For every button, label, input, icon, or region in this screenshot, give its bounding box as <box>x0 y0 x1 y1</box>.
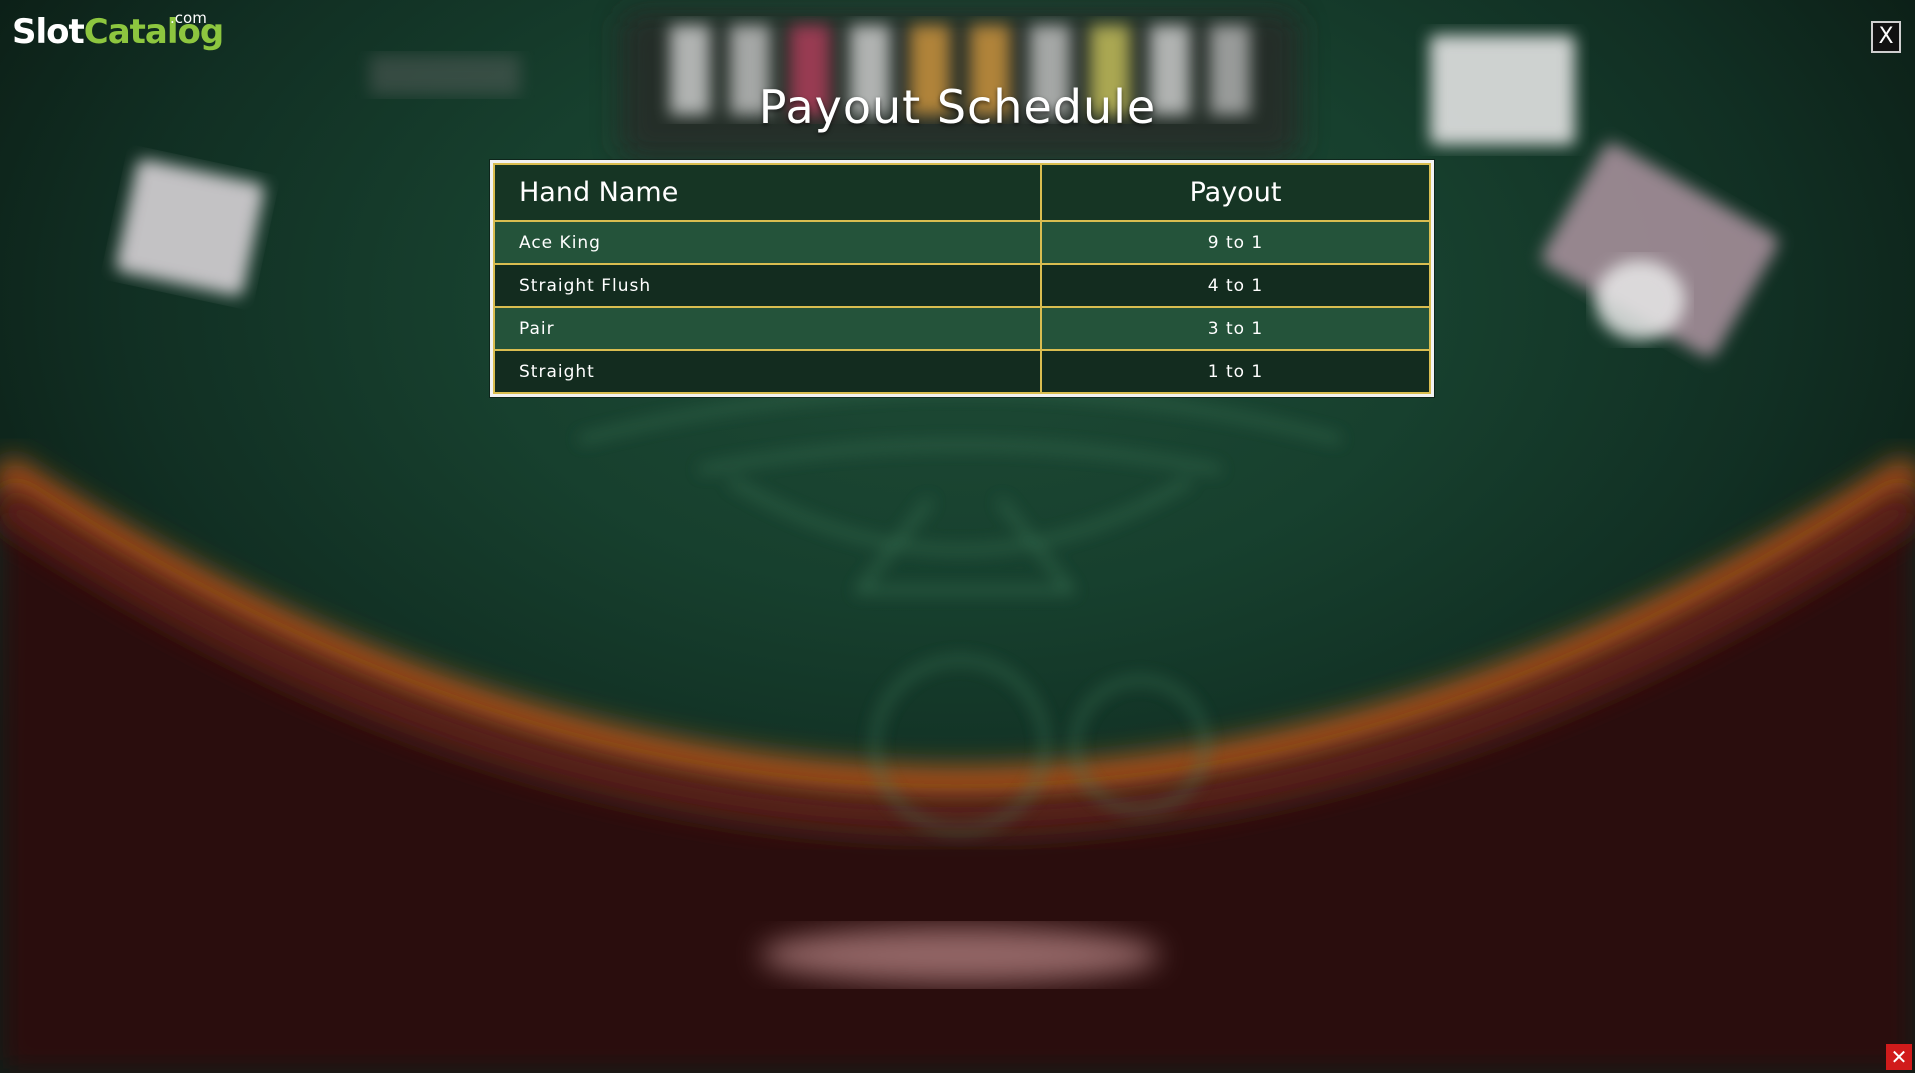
column-header-payout: Payout <box>1040 163 1431 222</box>
close-paytable-button[interactable]: X <box>1871 21 1901 53</box>
page-title: Payout Schedule <box>758 80 1157 134</box>
payout-table-frame: Hand Name Payout Ace King 9 to 1 Straigh… <box>490 160 1434 397</box>
table-row: Ace King 9 to 1 <box>493 220 1431 265</box>
hand-name-cell: Ace King <box>493 220 1042 265</box>
table-row: Pair 3 to 1 <box>493 306 1431 351</box>
hand-name-cell: Straight Flush <box>493 263 1042 308</box>
game-screen: SlotCatalog .com X Payout Schedule Hand … <box>0 0 1915 1073</box>
table-row: Straight 1 to 1 <box>493 349 1431 394</box>
table-header-row: Hand Name Payout <box>493 163 1431 222</box>
hand-name-cell: Pair <box>493 306 1042 351</box>
payout-cell: 4 to 1 <box>1040 263 1431 308</box>
payout-cell: 1 to 1 <box>1040 349 1431 394</box>
column-header-hand-name: Hand Name <box>493 163 1042 222</box>
slotcatalog-logo: SlotCatalog .com <box>12 9 224 52</box>
payout-table: Hand Name Payout Ace King 9 to 1 Straigh… <box>493 163 1431 394</box>
table-row: Straight Flush 4 to 1 <box>493 263 1431 308</box>
hand-name-cell: Straight <box>493 349 1042 394</box>
logo-slot-text: Slot <box>12 12 85 52</box>
close-icon[interactable]: ✕ <box>1886 1044 1912 1070</box>
payout-cell: 9 to 1 <box>1040 220 1431 265</box>
logo-com-text: .com <box>170 9 207 27</box>
payout-cell: 3 to 1 <box>1040 306 1431 351</box>
